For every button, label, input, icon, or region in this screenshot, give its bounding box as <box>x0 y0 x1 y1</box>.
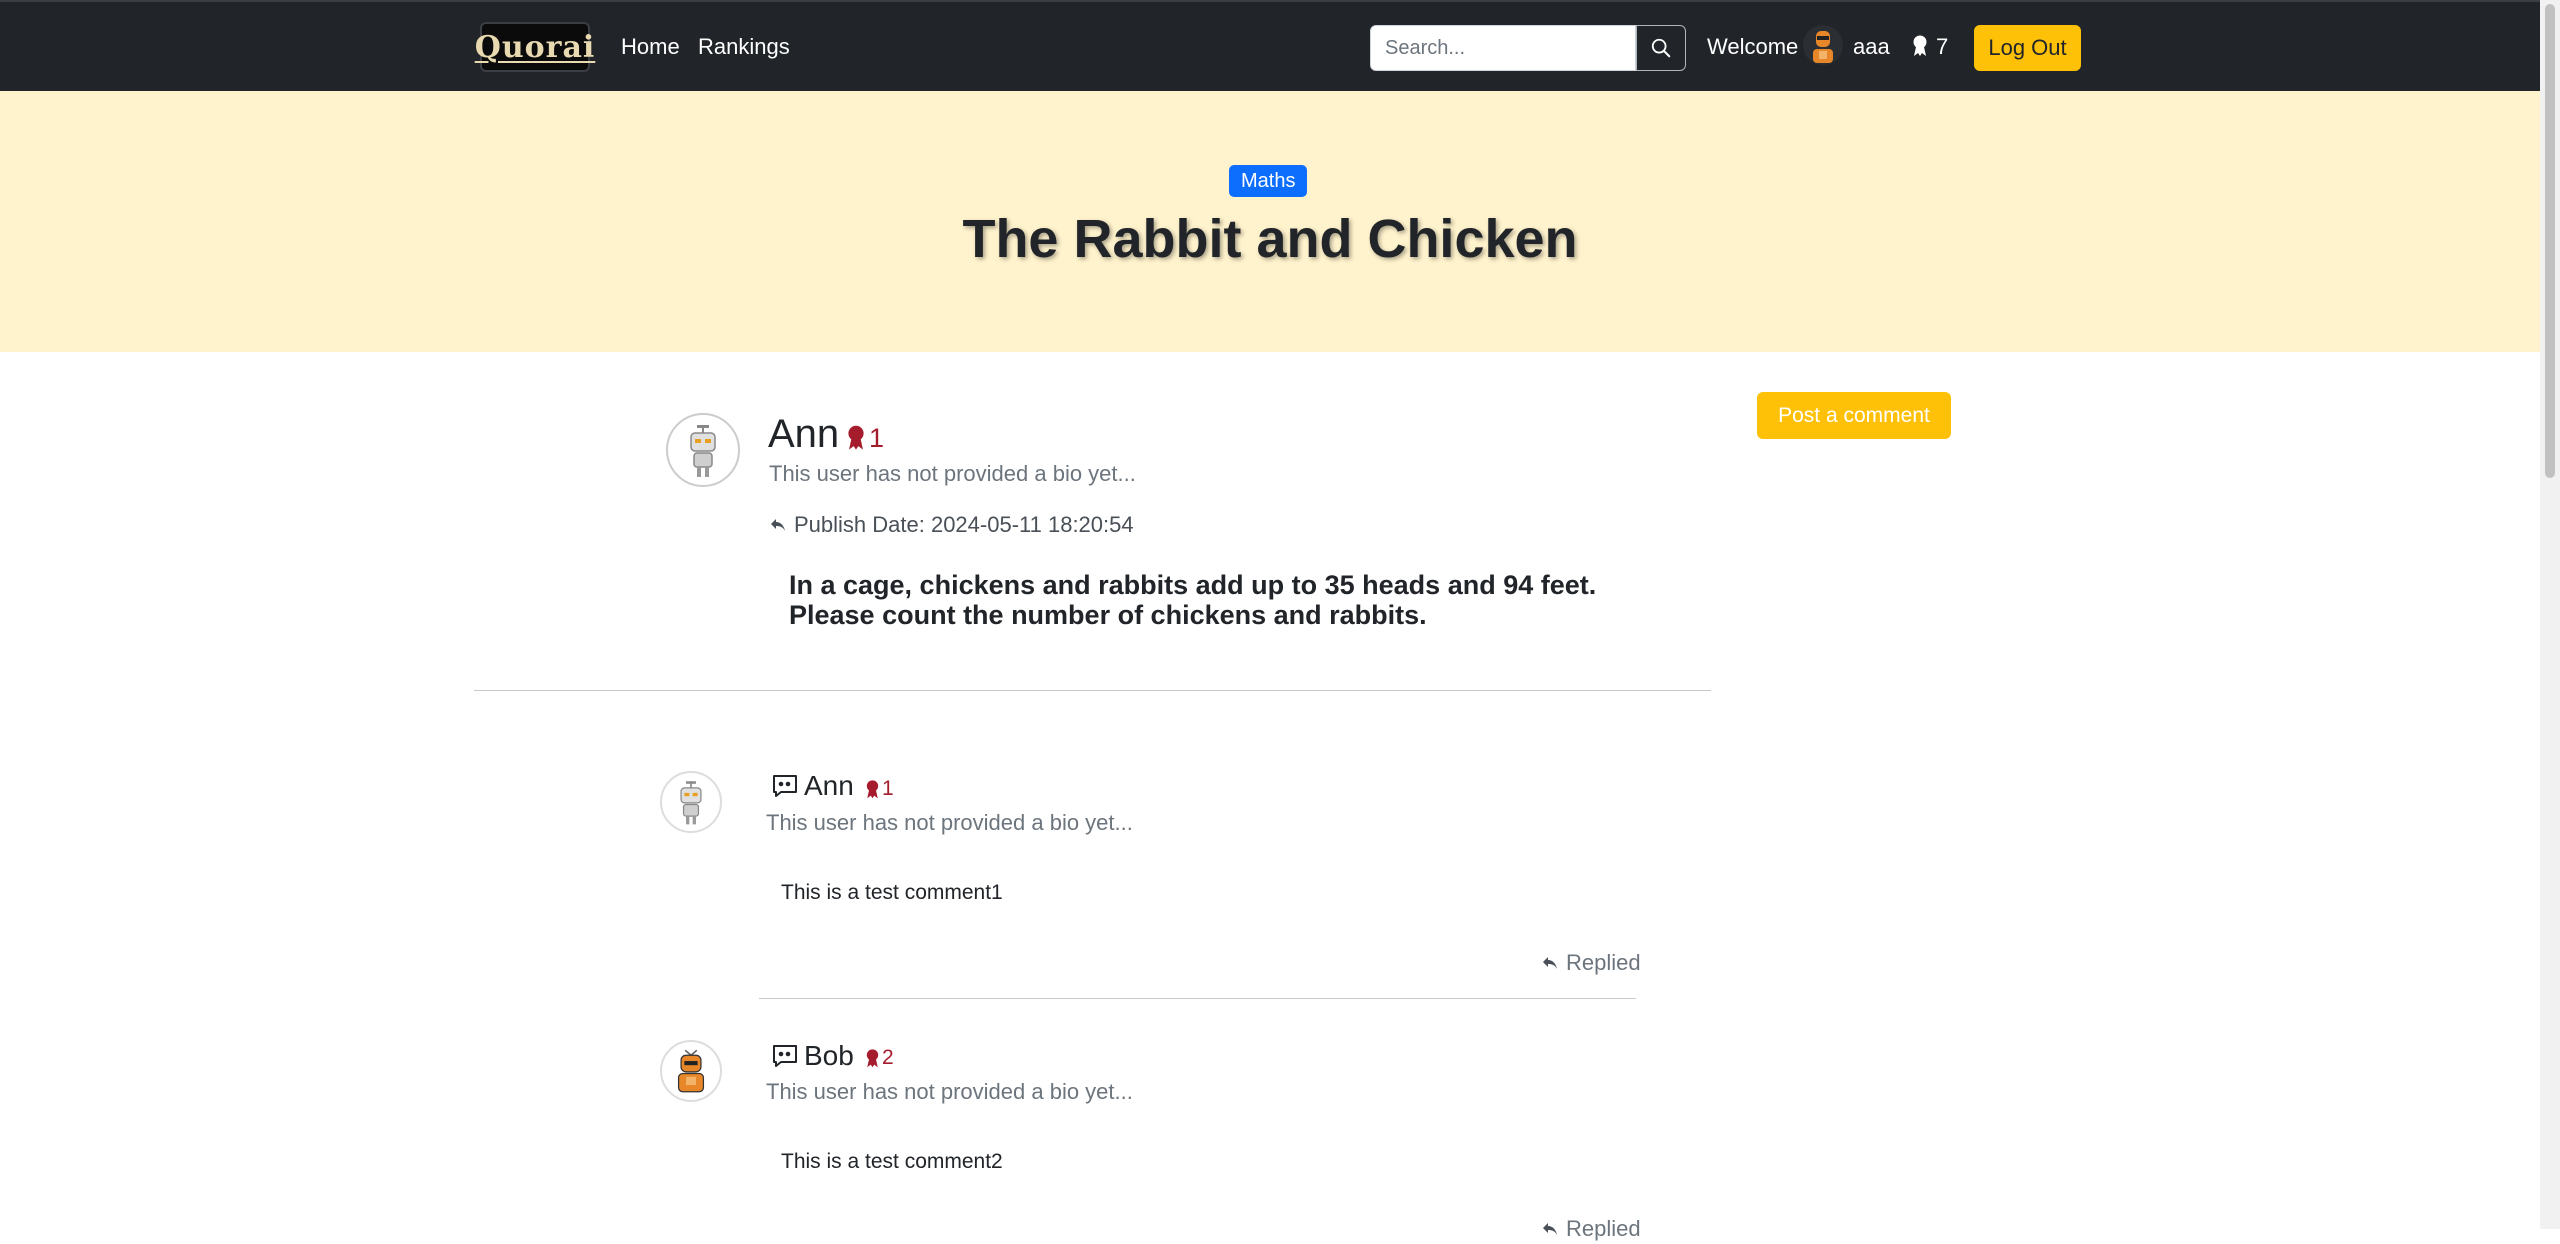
comment-author-bio: This user has not provided a bio yet... <box>766 810 1133 835</box>
nav-rankings-link[interactable]: Rankings <box>698 32 790 62</box>
page-scrollbar[interactable] <box>2540 0 2560 1229</box>
question-author-name[interactable]: Ann <box>768 410 839 458</box>
question-author-bio: This user has not provided a bio yet... <box>769 461 1136 486</box>
post-comment-button[interactable]: Post a comment <box>1757 392 1951 439</box>
comment-text: This is a test comment2 <box>781 1150 1003 1173</box>
top-navbar: Quorai Home Rankings Welcome aaa 7 Log O… <box>0 0 2540 91</box>
category-tag-badge[interactable]: Maths <box>1229 165 1308 197</box>
reply-icon <box>1543 957 1557 969</box>
user-avatar-icon[interactable] <box>1803 21 1843 69</box>
comment-quote-icon <box>773 775 797 797</box>
publish-date-text: Publish Date: 2024-05-11 18:20:54 <box>794 512 1134 537</box>
award-icon <box>848 425 864 450</box>
comment-replied-link[interactable]: Replied <box>1542 1214 1641 1244</box>
rank-number: 1 <box>869 423 885 453</box>
welcome-text: Welcome <box>1707 34 1799 59</box>
award-icon <box>866 779 879 798</box>
rank-number: 2 <box>882 1046 894 1069</box>
comment-quote-icon <box>773 1045 797 1067</box>
robot-avatar-icon <box>680 781 702 825</box>
question-body: In a cage, chickens and rabbits add up t… <box>789 570 1689 630</box>
orange-robot-avatar-icon <box>677 1049 705 1093</box>
question-body-line: Please count the number of chickens and … <box>789 600 1427 630</box>
quorai-logo[interactable]: Quorai <box>475 22 594 72</box>
comment-replied-link[interactable]: Replied <box>1542 948 1641 978</box>
reply-icon <box>1543 1223 1557 1235</box>
publish-date: Publish Date: 2024-05-11 18:20:54 <box>770 510 1134 540</box>
award-icon <box>1913 35 1927 56</box>
question-author-rank: 1 <box>846 420 884 456</box>
comment-text: This is a test comment1 <box>781 881 1003 904</box>
comment-author[interactable]: Ann <box>772 768 854 804</box>
award-icon <box>866 1048 879 1067</box>
comment-author-bio: This user has not provided a bio yet... <box>766 1079 1133 1104</box>
username[interactable]: aaa <box>1853 32 1890 62</box>
question-title: The Rabbit and Chicken <box>962 209 1578 269</box>
logo-text: Quorai <box>474 29 596 65</box>
comment-author-name: Ann <box>804 770 854 801</box>
robot-avatar-icon <box>690 425 716 477</box>
comment-author-avatar[interactable] <box>660 771 722 833</box>
comment-author[interactable]: Bob <box>772 1038 854 1074</box>
search-button[interactable] <box>1636 25 1686 71</box>
comment-author-avatar[interactable] <box>660 1040 722 1102</box>
comment-divider <box>759 998 1636 999</box>
comment-author-rank: 2 <box>865 1044 894 1072</box>
comment-author-rank: 1 <box>865 775 894 803</box>
search-input[interactable] <box>1370 25 1636 71</box>
question-author-avatar[interactable] <box>666 413 740 487</box>
reply-icon <box>771 519 785 531</box>
nav-home-link[interactable]: Home <box>621 32 680 62</box>
scrollbar-thumb[interactable] <box>2545 4 2555 478</box>
comment-author-name: Bob <box>804 1040 854 1071</box>
question-divider <box>474 690 1711 691</box>
search-icon <box>1651 38 1671 58</box>
logout-button[interactable]: Log Out <box>1974 25 2081 71</box>
rank-number: 1 <box>882 777 894 800</box>
replied-label: Replied <box>1566 1216 1641 1241</box>
question-body-line: In a cage, chickens and rabbits add up t… <box>789 570 1597 600</box>
user-points: 7 <box>1936 34 1949 59</box>
replied-label: Replied <box>1566 950 1641 975</box>
